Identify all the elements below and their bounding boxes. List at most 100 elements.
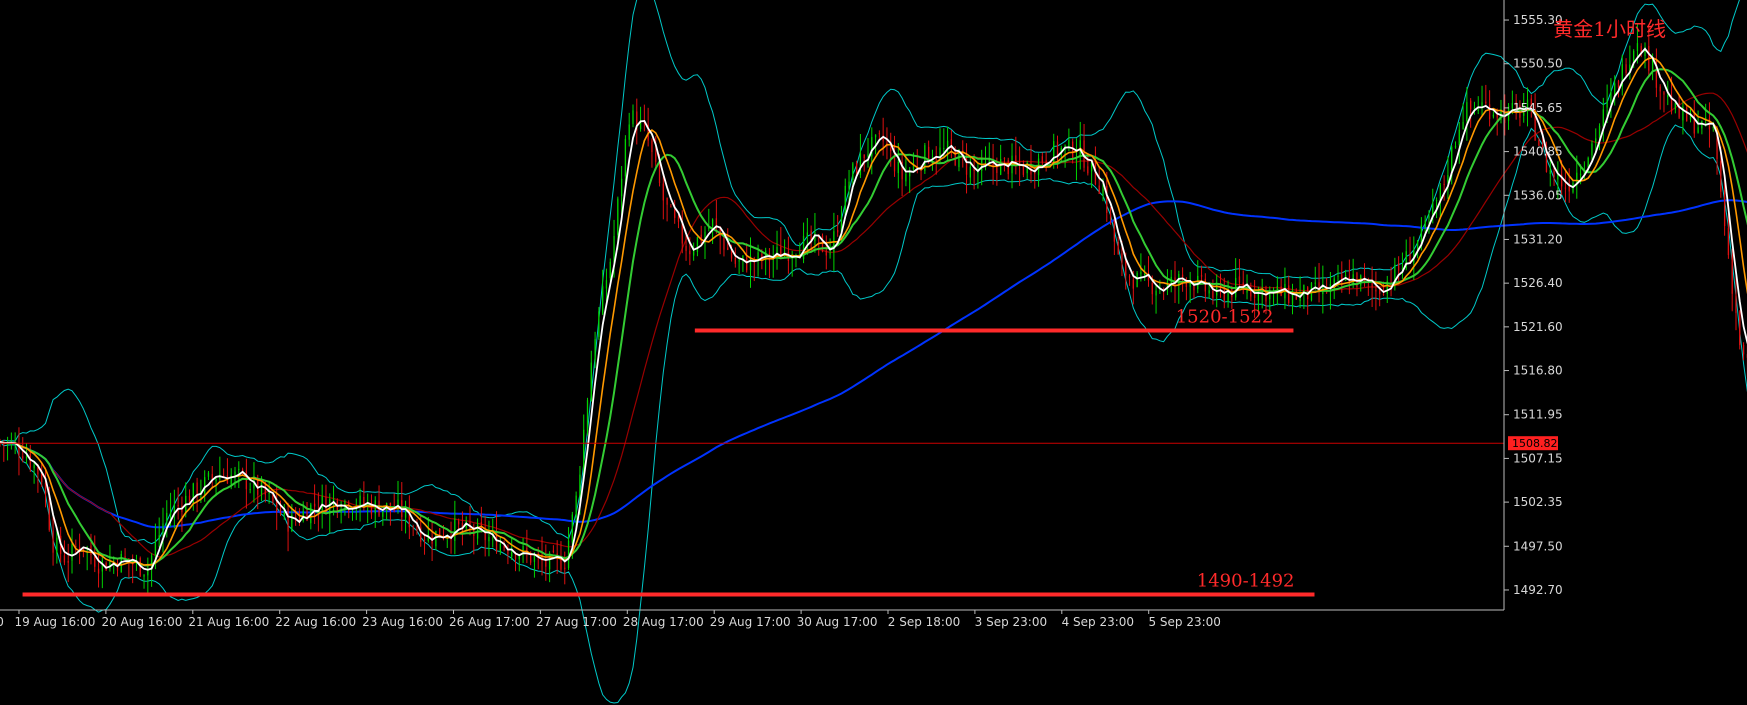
candle-body: [1579, 173, 1582, 176]
candle-body: [727, 247, 729, 250]
candle-body: [624, 138, 627, 177]
candle-body: [1197, 275, 1199, 290]
candle-body: [655, 152, 657, 162]
y-tick-label: 1492.70: [1513, 583, 1563, 597]
y-tick-label: 1521.60: [1513, 320, 1563, 334]
candle-body: [1470, 100, 1472, 110]
candle-body: [154, 541, 157, 556]
candle-body: [674, 209, 676, 218]
candle-body: [1428, 216, 1430, 219]
candle-body: [215, 478, 217, 482]
candle-body: [423, 539, 426, 541]
candle-body: [1132, 279, 1134, 289]
candle-body: [1557, 174, 1559, 180]
candle-body: [1674, 103, 1676, 110]
candle-body: [723, 237, 725, 250]
candle-body: [1034, 172, 1036, 174]
candle-body: [905, 173, 907, 182]
candle-body: [97, 568, 100, 574]
x-tick-label: 29 Aug 17:00: [710, 615, 791, 629]
y-tick-label: 1526.40: [1513, 276, 1563, 290]
candle-body: [1477, 110, 1479, 112]
candle-body: [1117, 241, 1119, 255]
candle-body: [666, 198, 668, 205]
candle-body: [306, 511, 308, 522]
candle-body: [897, 161, 899, 174]
candle-body: [1659, 86, 1661, 92]
candle-body: [499, 543, 501, 552]
candle-body: [177, 505, 179, 507]
candle-body: [1041, 156, 1044, 163]
candle-body: [1610, 92, 1612, 102]
candle-body: [507, 549, 509, 555]
candle-body: [988, 160, 990, 162]
candle-body: [1212, 290, 1214, 298]
candle-body: [1087, 166, 1089, 174]
candle-body: [1651, 59, 1654, 72]
candle-body: [1492, 114, 1495, 117]
candle-body: [1208, 290, 1210, 294]
candle-body: [1056, 141, 1059, 156]
candle-body: [852, 163, 854, 180]
candle-body: [1223, 288, 1225, 301]
candle-body: [1602, 109, 1604, 127]
candle-body: [260, 482, 263, 495]
candle-body: [1000, 159, 1002, 175]
candle-body: [552, 550, 555, 553]
candle-body: [351, 511, 354, 513]
candle-body: [1473, 107, 1476, 109]
candle-body: [454, 518, 456, 541]
candle-body: [605, 280, 608, 289]
candle-body: [859, 152, 862, 175]
candle-body: [1462, 121, 1464, 130]
candle-body: [984, 161, 987, 163]
gold-1h-chart: 1520-15221490-1492 1555.301550.501545.65…: [0, 0, 1747, 705]
x-tick-label: 23 Aug 16:00: [362, 615, 443, 629]
chart-title: 黄金1小时线: [1553, 17, 1666, 41]
candle-body: [143, 574, 145, 577]
candle-body: [1735, 295, 1737, 313]
candle-body: [617, 198, 619, 235]
candle-body: [22, 456, 24, 459]
candle-body: [1553, 170, 1555, 178]
candle-body: [583, 429, 585, 475]
candle-body: [598, 311, 600, 337]
current-price-value: 1508.82: [1512, 437, 1558, 450]
candle-body: [632, 110, 634, 125]
candle-body: [1568, 185, 1570, 192]
x-tick-label: 27 Aug 17:00: [536, 615, 617, 629]
candle-body: [855, 162, 858, 174]
candle-body: [1397, 263, 1400, 271]
candle-body: [511, 551, 513, 557]
candle-body: [893, 151, 896, 172]
candle-body: [1053, 141, 1055, 165]
candle-body: [1606, 100, 1608, 108]
candle-body: [533, 556, 536, 562]
candle-body: [571, 514, 573, 543]
candle-body: [56, 537, 58, 554]
candle-body: [1276, 286, 1279, 290]
candle-body: [825, 250, 827, 256]
y-tick-label: 1550.50: [1513, 57, 1563, 71]
candle-body: [1723, 189, 1726, 226]
candle-body: [1098, 185, 1100, 194]
candle-body: [658, 163, 661, 183]
candle-body: [1379, 289, 1381, 295]
candle-body: [579, 474, 581, 497]
candle-body: [696, 237, 699, 252]
candle-body: [837, 229, 839, 233]
x-tick-label: 4 Sep 23:00: [1062, 615, 1134, 629]
candle-body: [1022, 165, 1025, 175]
y-tick-label: 1531.20: [1513, 232, 1563, 246]
candle-body: [321, 495, 323, 511]
candle-body: [738, 260, 740, 262]
candle-body: [279, 509, 282, 515]
candle-body: [63, 555, 66, 563]
x-tick-label: 28 Aug 17:00: [623, 615, 704, 629]
y-tick-label: 1540.85: [1513, 145, 1563, 159]
candle-body: [33, 464, 35, 469]
candle-body: [943, 148, 945, 150]
candle-body: [711, 219, 714, 227]
x-tick-label-partial: 0: [0, 615, 4, 629]
candle-body: [1485, 101, 1487, 104]
